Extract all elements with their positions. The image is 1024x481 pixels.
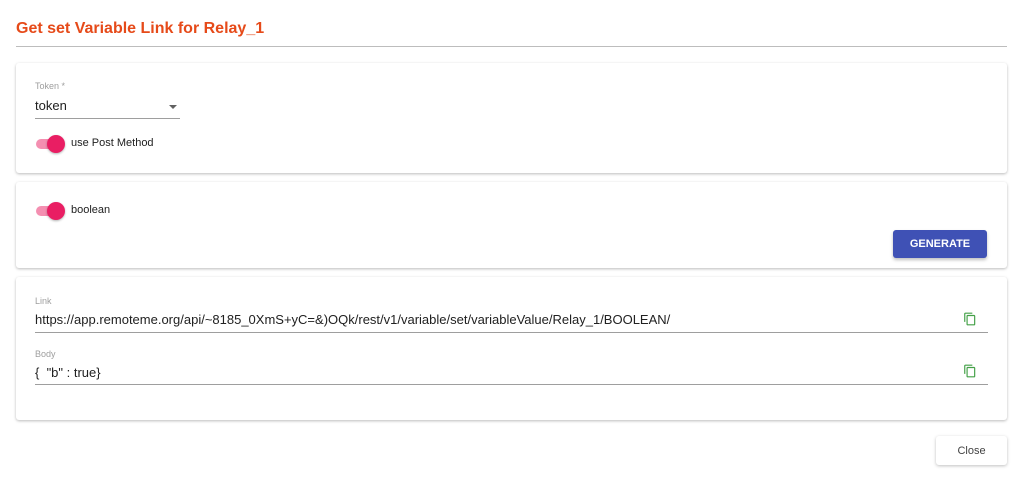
link-underline [35, 332, 988, 333]
dialog-title: Get set Variable Link for Relay_1 [16, 20, 265, 37]
body-value[interactable]: { "b" : true} [35, 365, 101, 380]
token-select[interactable]: token [35, 95, 180, 119]
result-card: Link https://app.remoteme.org/api/~8185_… [16, 277, 1007, 420]
toggle-thumb [47, 135, 65, 153]
close-button[interactable]: Close [936, 436, 1007, 465]
copy-link-icon[interactable] [963, 312, 977, 326]
token-card: Token * token use Post Method [16, 63, 1007, 173]
copy-body-icon[interactable] [963, 364, 977, 378]
boolean-label: boolean [71, 204, 111, 216]
use-post-method-label: use Post Method [71, 137, 154, 149]
link-label: Link [35, 296, 52, 306]
value-card: boolean GENERATE [16, 182, 1007, 268]
token-select-value: token [35, 98, 67, 113]
title-divider [16, 46, 1007, 47]
token-underline [35, 118, 180, 119]
token-label: Token * [35, 81, 66, 91]
use-post-method-toggle[interactable] [35, 135, 65, 153]
dropdown-arrow-icon [169, 105, 177, 109]
boolean-toggle[interactable] [35, 202, 65, 220]
toggle-thumb [47, 202, 65, 220]
generate-button[interactable]: GENERATE [893, 230, 987, 258]
body-label: Body [35, 349, 56, 359]
link-value[interactable]: https://app.remoteme.org/api/~8185_0XmS+… [35, 312, 670, 327]
body-underline [35, 384, 988, 385]
